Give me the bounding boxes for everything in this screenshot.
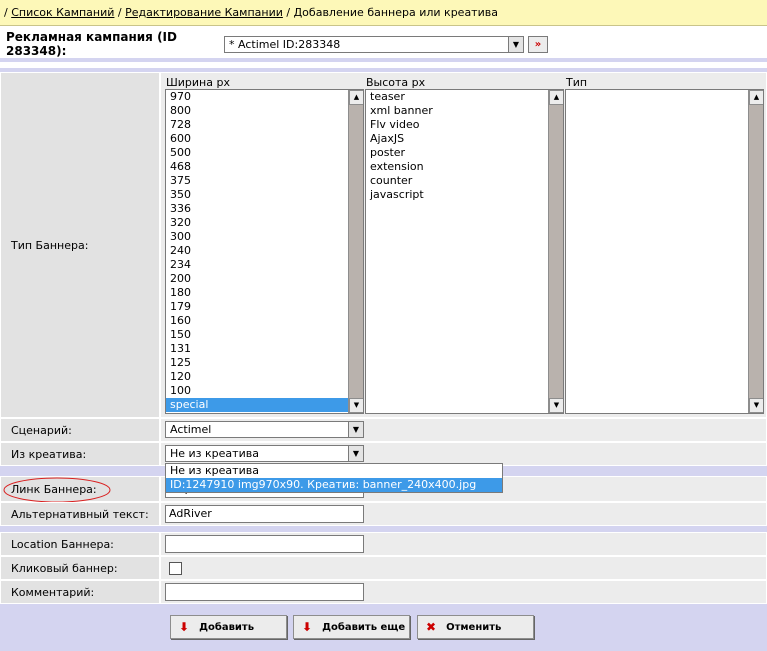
width-option[interactable]: 131	[166, 342, 363, 356]
clickable-checkbox[interactable]	[169, 562, 182, 575]
width-option[interactable]: 179	[166, 300, 363, 314]
width-option[interactable]: 800	[166, 104, 363, 118]
width-option[interactable]: 100	[166, 384, 363, 398]
breadcrumb-current: / Добавление баннера или креатива	[282, 6, 498, 19]
width-option[interactable]: 320	[166, 216, 363, 230]
add-button[interactable]: ⬇ Добавить	[170, 615, 287, 639]
height-option[interactable]: poster	[366, 146, 563, 160]
width-column-header: Ширина px	[166, 76, 230, 89]
clickable-label: Кликовый баннер:	[11, 561, 118, 575]
cancel-button[interactable]: ✖ Отменить	[417, 615, 534, 639]
breadcrumb-link-edit-campaign[interactable]: Редактирование Кампании	[125, 6, 283, 19]
width-option[interactable]: 375	[166, 174, 363, 188]
campaign-select-value: * Actimel ID:283348	[229, 38, 341, 51]
breadcrumb-separator: /	[114, 6, 126, 19]
width-option[interactable]: 160	[166, 314, 363, 328]
alt-text-input[interactable]: AdRiver	[165, 505, 364, 523]
download-arrow-icon: ⬇	[302, 620, 313, 634]
type-column-header: Тип	[566, 76, 588, 89]
campaign-label: Рекламная кампания (ID 283348):	[6, 30, 177, 58]
alt-text-label: Альтернативный текст:	[11, 507, 149, 521]
location-label-cell: Location Баннера:	[0, 532, 160, 556]
separator-band	[0, 58, 767, 62]
banner-type-label: Тип Баннера:	[11, 238, 89, 252]
comment-input[interactable]	[165, 583, 364, 601]
height-option[interactable]: AjaxJS	[366, 132, 563, 146]
width-option[interactable]: 180	[166, 286, 363, 300]
scroll-up-icon[interactable]: ▲	[349, 90, 363, 105]
add-button-label: Добавить	[199, 621, 255, 633]
add-more-button-label: Добавить еще	[322, 621, 406, 633]
height-option[interactable]: extension	[366, 160, 563, 174]
width-option[interactable]: 150	[166, 328, 363, 342]
width-option[interactable]: 728	[166, 118, 363, 132]
width-option[interactable]: 240	[166, 244, 363, 258]
from-creative-dropdown-list[interactable]: Не из креатива ID:1247910 img970x90. Креа…	[165, 463, 503, 493]
comment-label-cell: Комментарий:	[0, 580, 160, 604]
width-option[interactable]: 234	[166, 258, 363, 272]
height-option[interactable]: javascript	[366, 188, 563, 202]
clickable-label-cell: Кликовый баннер:	[0, 556, 160, 580]
width-option[interactable]: 200	[166, 272, 363, 286]
comment-label: Комментарий:	[11, 585, 95, 599]
clickable-value-cell	[160, 556, 767, 580]
from-creative-label-cell: Из креатива:	[0, 442, 160, 466]
width-option[interactable]: 300	[166, 230, 363, 244]
scenario-label-cell: Сценарий:	[0, 418, 160, 442]
cancel-button-label: Отменить	[446, 621, 502, 633]
width-scrollbar[interactable]: ▲ ▼	[348, 90, 363, 413]
from-creative-select-value: Не из креатива	[170, 447, 259, 460]
alt-text-label-cell: Альтернативный текст:	[0, 502, 160, 526]
scroll-down-icon[interactable]: ▼	[349, 398, 363, 413]
scenario-select-value: Actimel	[170, 423, 212, 436]
chevron-down-icon[interactable]: ▼	[508, 37, 523, 52]
width-option[interactable]: 600	[166, 132, 363, 146]
from-creative-label: Из креатива:	[11, 447, 87, 461]
height-option[interactable]: xml banner	[366, 104, 563, 118]
scenario-select[interactable]: Actimel ▼	[165, 421, 364, 438]
breadcrumb: / Список Кампаний / Редактирование Кампа…	[0, 0, 767, 26]
type-scrollbar[interactable]: ▲ ▼	[748, 90, 763, 413]
height-option[interactable]: teaser	[366, 90, 563, 104]
location-label: Location Баннера:	[11, 537, 114, 551]
width-option[interactable]: 468	[166, 160, 363, 174]
height-listbox[interactable]: teaser xml banner Flv video AjaxJS poster ext…	[365, 89, 564, 414]
add-more-button[interactable]: ⬇ Добавить еще	[293, 615, 410, 639]
type-listbox[interactable]: ▲ ▼	[565, 89, 764, 414]
chevron-down-icon[interactable]: ▼	[348, 422, 363, 437]
breadcrumb-link-campaigns[interactable]: Список Кампаний	[11, 6, 114, 19]
location-input[interactable]	[165, 535, 364, 553]
scenario-label: Сценарий:	[11, 423, 72, 437]
campaign-select[interactable]: * Actimel ID:283348 ▼	[224, 36, 524, 53]
height-option[interactable]: counter	[366, 174, 563, 188]
chevron-down-icon[interactable]: ▼	[348, 446, 363, 461]
campaign-go-button[interactable]: »	[528, 36, 548, 53]
height-option[interactable]: Flv video	[366, 118, 563, 132]
width-option[interactable]: special	[166, 398, 363, 412]
width-option[interactable]: 120	[166, 370, 363, 384]
from-creative-select[interactable]: Не из креатива ▼	[165, 445, 364, 462]
width-option[interactable]: 125	[166, 356, 363, 370]
scroll-up-icon[interactable]: ▲	[549, 90, 563, 105]
from-creative-option[interactable]: ID:1247910 img970x90. Креатив: banner_24…	[166, 478, 502, 492]
height-scrollbar[interactable]: ▲ ▼	[548, 90, 563, 413]
scroll-up-icon[interactable]: ▲	[749, 90, 763, 105]
scroll-down-icon[interactable]: ▼	[549, 398, 563, 413]
height-column-header: Высота px	[366, 76, 426, 89]
width-option[interactable]: 970	[166, 90, 363, 104]
from-creative-option[interactable]: Не из креатива	[166, 464, 502, 478]
scroll-down-icon[interactable]: ▼	[749, 398, 763, 413]
banner-type-label-cell: Тип Баннера:	[0, 72, 160, 418]
annotation-ellipse	[3, 477, 111, 503]
width-option[interactable]: 350	[166, 188, 363, 202]
download-arrow-icon: ⬇	[179, 620, 190, 634]
width-option[interactable]: 336	[166, 202, 363, 216]
width-option[interactable]: 500	[166, 146, 363, 160]
width-listbox[interactable]: 970 800 728 600 500 468 375 350 336 320 300 240 234 2…	[165, 89, 364, 414]
close-icon: ✖	[426, 620, 437, 634]
